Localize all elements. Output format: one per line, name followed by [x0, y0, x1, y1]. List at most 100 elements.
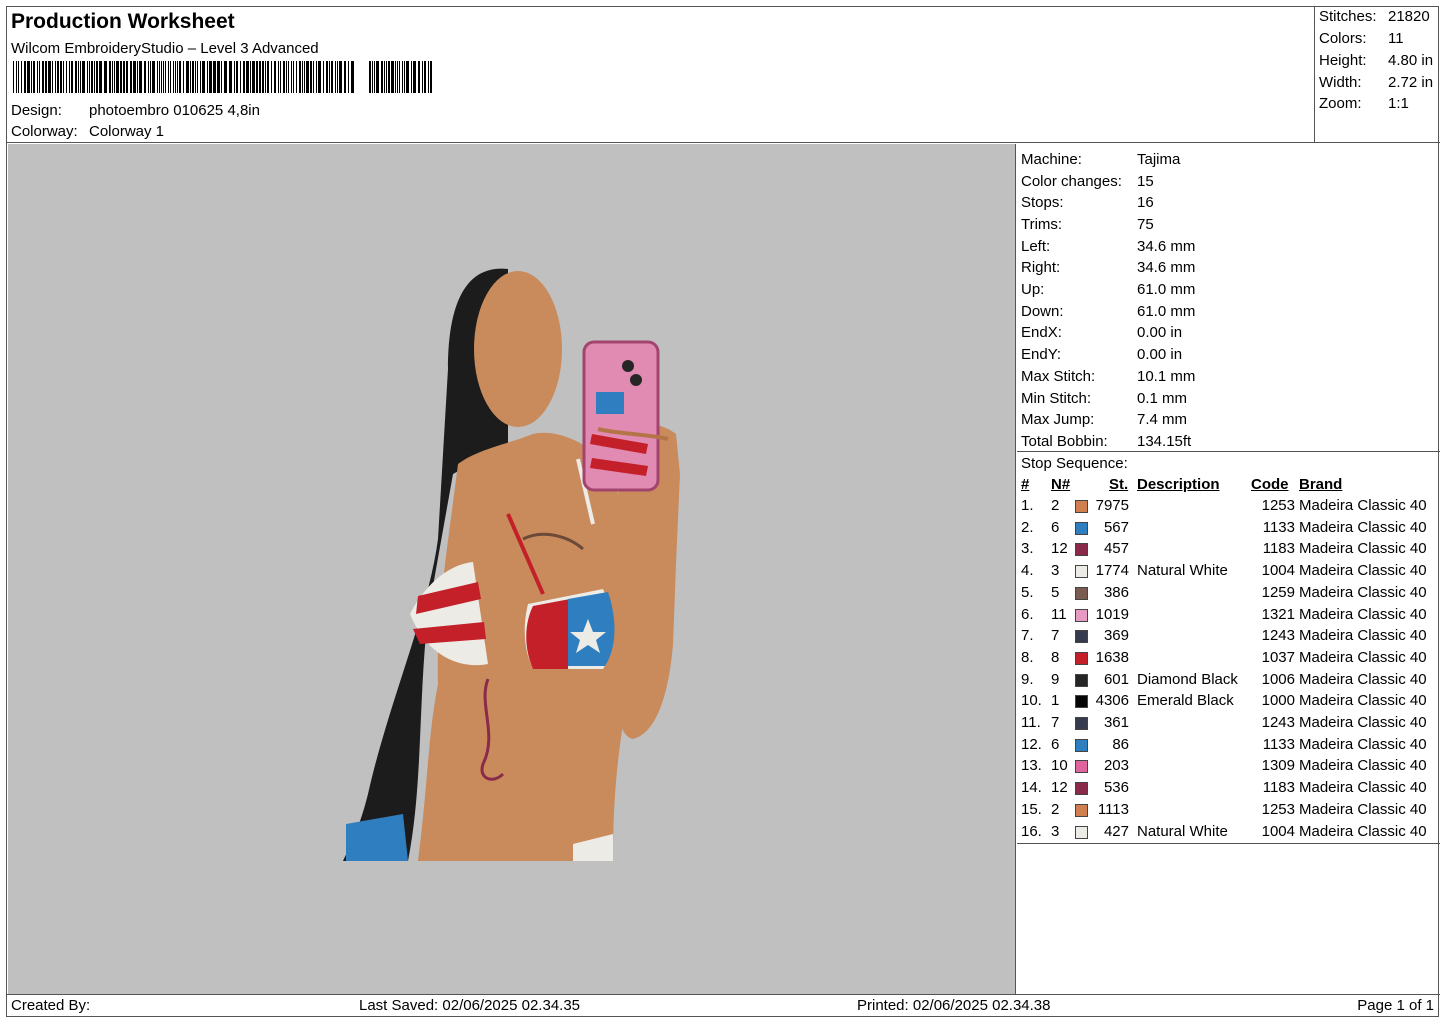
info-value: 0.00 in: [1137, 324, 1183, 341]
divider: [1017, 843, 1440, 844]
col-description: Description: [1137, 476, 1220, 493]
col-code: Code: [1251, 476, 1289, 493]
stitch-count: 386: [1103, 583, 1129, 601]
worksheet-title: Production Worksheet: [11, 10, 235, 33]
row-number: 14.: [1021, 779, 1042, 797]
info-row: Color changes: 15: [1021, 173, 1154, 190]
info-row: Total Bobbin: 134.15ft: [1021, 433, 1191, 450]
thread-code: 1321: [1261, 605, 1295, 623]
thread-code: 1004: [1261, 562, 1295, 580]
info-row: Max Stitch: 10.1 mm: [1021, 368, 1195, 385]
thread-code: 1183: [1262, 779, 1295, 797]
info-value: 15: [1137, 173, 1154, 190]
summary-label: Width:: [1319, 74, 1362, 91]
summary-value: 2.72 in: [1388, 74, 1434, 91]
color-swatch: [1075, 543, 1088, 557]
stop-sequence-row: 7. 7 369 1243 Madeira Classic 40: [1017, 627, 1440, 648]
stitch-count: 1113: [1097, 800, 1129, 818]
info-label: Total Bobbin:: [1021, 433, 1108, 450]
thread-code: 1183: [1262, 540, 1295, 558]
color-swatch: [1075, 803, 1088, 817]
design-summary: Stitches: 21820 Colors: 11 Height: 4.80 in …: [1314, 7, 1440, 143]
last-saved: Last Saved: 02/06/2025 02.34.35: [359, 997, 581, 1014]
color-swatch: [1075, 608, 1088, 622]
info-value: 0.1 mm: [1137, 390, 1188, 407]
row-number: 8.: [1021, 648, 1034, 666]
thread-brand: Madeira Classic 40: [1299, 518, 1427, 536]
thread-brand: Madeira Classic 40: [1299, 497, 1427, 514]
info-label: Min Stitch:: [1021, 390, 1092, 407]
thread-code: 1006: [1261, 670, 1295, 688]
thread-brand: Madeira Classic 40: [1299, 714, 1427, 731]
col-num: #: [1021, 476, 1030, 493]
design-row: Design: photoembro 010625 4,8in: [11, 102, 260, 119]
info-value: 10.1 mm: [1137, 368, 1196, 385]
stitch-count: 1019: [1095, 605, 1129, 623]
stop-sequence-row: 14. 12 536 1183 Madeira Classic 40: [1017, 779, 1440, 800]
stop-sequence-row: 8. 8 1638 1037 Madeira Classic 40: [1017, 649, 1440, 670]
info-label: Up:: [1021, 281, 1045, 298]
needle-number: 12: [1051, 540, 1068, 558]
thread-brand: Madeira Classic 40: [1299, 735, 1427, 753]
needle-number: 7: [1051, 714, 1060, 731]
thread-description: Diamond Black: [1137, 670, 1238, 688]
stop-sequence-row: 13. 10 203 1309 Madeira Classic 40: [1017, 757, 1440, 778]
summary-row: Zoom: 1:1: [1319, 95, 1409, 112]
svg-text:,: ,: [356, 77, 362, 93]
info-label: Machine:: [1021, 151, 1082, 168]
thread-brand: Madeira Classic 40: [1299, 648, 1427, 666]
color-swatch: [1075, 651, 1088, 665]
info-row: Left: 34.6 mm: [1021, 238, 1195, 255]
thread-code: 1037: [1261, 648, 1295, 666]
thread-code: 1253: [1261, 800, 1295, 818]
design-preview: [8, 144, 1016, 994]
row-number: 6.: [1021, 605, 1034, 623]
summary-row: Colors: 11: [1319, 30, 1404, 47]
row-number: 12.: [1021, 735, 1042, 753]
color-swatch: [1075, 695, 1088, 709]
color-swatch: [1075, 521, 1088, 535]
thread-description: Emerald Black: [1137, 692, 1234, 710]
color-swatch: [1075, 717, 1088, 730]
stitch-count: 86: [1112, 735, 1129, 753]
stitch-count: 457: [1103, 540, 1129, 558]
info-label: Down:: [1021, 303, 1064, 320]
colorway-label: Colorway:: [11, 123, 78, 140]
info-row: Max Jump: 7.4 mm: [1021, 411, 1187, 428]
worksheet-header: Production Worksheet Wilcom EmbroiderySt…: [7, 7, 1314, 143]
col-stitches: St.: [1109, 476, 1129, 493]
thread-brand: Madeira Classic 40: [1299, 800, 1427, 818]
stitch-count: 361: [1103, 714, 1129, 731]
color-swatch: [1075, 586, 1088, 600]
thread-code: 1243: [1261, 714, 1295, 731]
row-number: 13.: [1021, 757, 1042, 775]
color-swatch: [1075, 760, 1088, 774]
colorway-value: Colorway 1: [89, 123, 165, 140]
info-value: 16: [1137, 194, 1154, 211]
stitch-count: 4306: [1095, 692, 1129, 710]
stop-sequence-row: 11. 7 361 1243 Madeira Classic 40: [1017, 714, 1440, 735]
needle-number: 7: [1051, 627, 1060, 645]
colorway-row: Colorway: Colorway 1: [11, 123, 164, 140]
thread-brand: Madeira Classic 40: [1299, 605, 1427, 623]
needle-number: 6: [1051, 518, 1060, 536]
info-value: Tajima: [1137, 151, 1181, 168]
row-number: 1.: [1021, 497, 1034, 514]
created-by: Created By:: [11, 997, 91, 1014]
stitch-count: 427: [1103, 822, 1129, 840]
stop-sequence-row: 5. 5 386 1259 Madeira Classic 40: [1017, 584, 1440, 605]
thread-brand: Madeira Classic 40: [1299, 692, 1427, 710]
thread-brand: Madeira Classic 40: [1299, 562, 1427, 580]
page-number: Page 1 of 1: [1357, 997, 1434, 1014]
info-value: 0.00 in: [1137, 346, 1183, 363]
thread-description: Natural White: [1137, 822, 1228, 840]
stop-sequence-row: 2. 6 567 1133 Madeira Classic 40: [1017, 519, 1440, 540]
info-label: EndY:: [1021, 346, 1062, 363]
needle-number: 2: [1051, 497, 1060, 514]
summary-value: 4.80 in: [1388, 52, 1434, 69]
row-number: 10.: [1021, 692, 1042, 710]
row-number: 5.: [1021, 583, 1034, 601]
color-swatch: [1075, 782, 1088, 796]
needle-number: 2: [1051, 800, 1060, 818]
stitch-count: 601: [1103, 670, 1129, 688]
